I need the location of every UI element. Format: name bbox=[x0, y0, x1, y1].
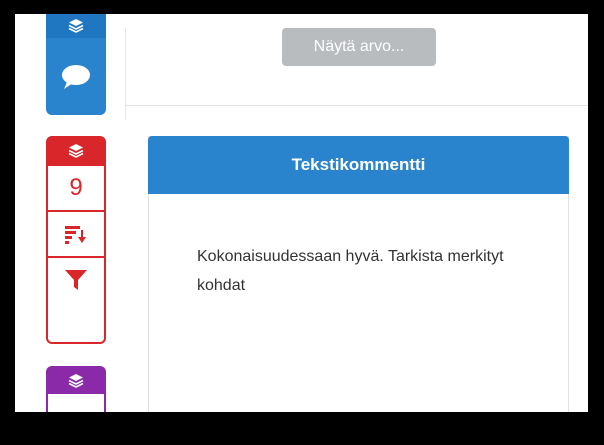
count-cell: 9 bbox=[48, 164, 104, 210]
screen: 9 Näytä arvo... Tekstikommentti Kokonais… bbox=[15, 14, 588, 412]
red-group: 9 bbox=[46, 136, 106, 344]
sort-button[interactable] bbox=[48, 210, 104, 256]
window-frame: 9 Näytä arvo... Tekstikommentti Kokonais… bbox=[0, 0, 604, 445]
left-rail: 9 bbox=[15, 14, 125, 412]
comment-group bbox=[46, 14, 106, 115]
panel-title: Tekstikommentti bbox=[148, 136, 569, 194]
purple-group bbox=[46, 366, 106, 412]
comment-text: Kokonaisuudessaan hyvä. Tarkista merkity… bbox=[197, 248, 504, 294]
layers-icon bbox=[68, 19, 84, 33]
comment-group-layers-button[interactable] bbox=[46, 14, 106, 38]
purple-group-layers-button[interactable] bbox=[48, 368, 104, 394]
rail-divider bbox=[125, 28, 126, 120]
filter-button[interactable] bbox=[48, 256, 104, 302]
panel-body: Kokonaisuudessaan hyvä. Tarkista merkity… bbox=[149, 194, 568, 300]
count-value: 9 bbox=[69, 174, 83, 201]
comment-icon bbox=[62, 64, 90, 89]
red-group-layers-button[interactable] bbox=[48, 138, 104, 164]
section-divider bbox=[126, 105, 588, 106]
comment-button[interactable] bbox=[46, 38, 106, 115]
layers-icon bbox=[68, 374, 84, 388]
text-comment-panel: Tekstikommentti Kokonaisuudessaan hyvä. … bbox=[148, 136, 569, 412]
layers-icon bbox=[68, 144, 84, 158]
filter-icon bbox=[65, 270, 87, 290]
sort-icon bbox=[65, 226, 86, 244]
show-value-button[interactable]: Näytä arvo... bbox=[282, 28, 436, 66]
